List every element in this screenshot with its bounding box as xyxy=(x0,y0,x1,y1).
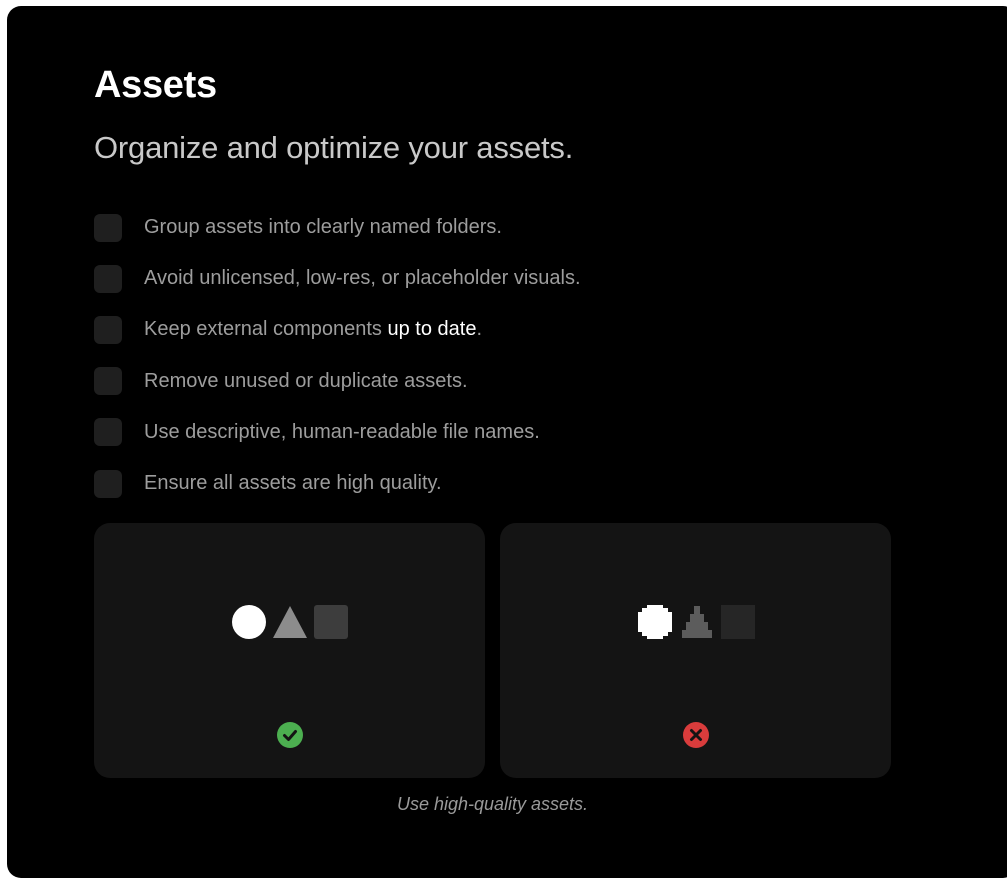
checklist-item[interactable]: Ensure all assets are high quality. xyxy=(94,458,581,509)
checklist-item-label: Use descriptive, human-readable file nam… xyxy=(144,420,540,443)
checklist-item-text-end: . xyxy=(476,318,483,341)
checkbox[interactable] xyxy=(94,315,122,344)
page-title: Assets xyxy=(94,64,217,106)
caption: Use high-quality assets. xyxy=(396,794,589,814)
assets-checklist: Group assets into clearly named folders.… xyxy=(94,202,581,509)
triangle-icon xyxy=(272,606,307,638)
shape-group xyxy=(500,605,891,639)
checkbox[interactable] xyxy=(94,367,122,396)
checklist-item[interactable]: Use descriptive, human-readable file nam… xyxy=(94,407,581,458)
checklist-item-label: Group assets into clearly named folders. xyxy=(144,216,502,239)
bad-example-card xyxy=(500,523,891,778)
checklist-item-label: Remove unused or duplicate assets. xyxy=(144,369,468,392)
checkbox[interactable] xyxy=(94,469,122,498)
checklist-item-label: Ensure all assets are high quality. xyxy=(144,472,442,495)
pixelated-square-icon xyxy=(720,605,755,639)
square-icon xyxy=(313,605,348,639)
checklist-item-label: Keep external components up to date. xyxy=(144,318,482,341)
checklist-item-text: Keep external components xyxy=(144,318,388,341)
pixelated-triangle-icon xyxy=(681,606,712,638)
check-circle-icon xyxy=(276,722,303,748)
checkbox[interactable] xyxy=(94,264,122,293)
good-example-card xyxy=(94,523,485,778)
checkbox[interactable] xyxy=(94,418,122,447)
checklist-item[interactable]: Group assets into clearly named folders. xyxy=(94,202,581,253)
checklist-item-label: Avoid unlicensed, low-res, or placeholde… xyxy=(144,267,581,290)
checklist-item-highlight: up to date xyxy=(387,318,477,341)
circle-icon xyxy=(231,605,266,639)
checklist-item[interactable]: Keep external components up to date. xyxy=(94,304,581,355)
x-circle-icon xyxy=(682,722,709,748)
shape-group xyxy=(94,605,485,639)
checklist-item[interactable]: Avoid unlicensed, low-res, or placeholde… xyxy=(94,253,581,304)
checklist-item[interactable]: Remove unused or duplicate assets. xyxy=(94,356,581,407)
assets-panel: Assets Organize and optimize your assets… xyxy=(7,6,1007,878)
page-subtitle: Organize and optimize your assets. xyxy=(94,130,574,165)
checkbox[interactable] xyxy=(94,213,122,242)
pixelated-circle-icon xyxy=(637,605,672,639)
